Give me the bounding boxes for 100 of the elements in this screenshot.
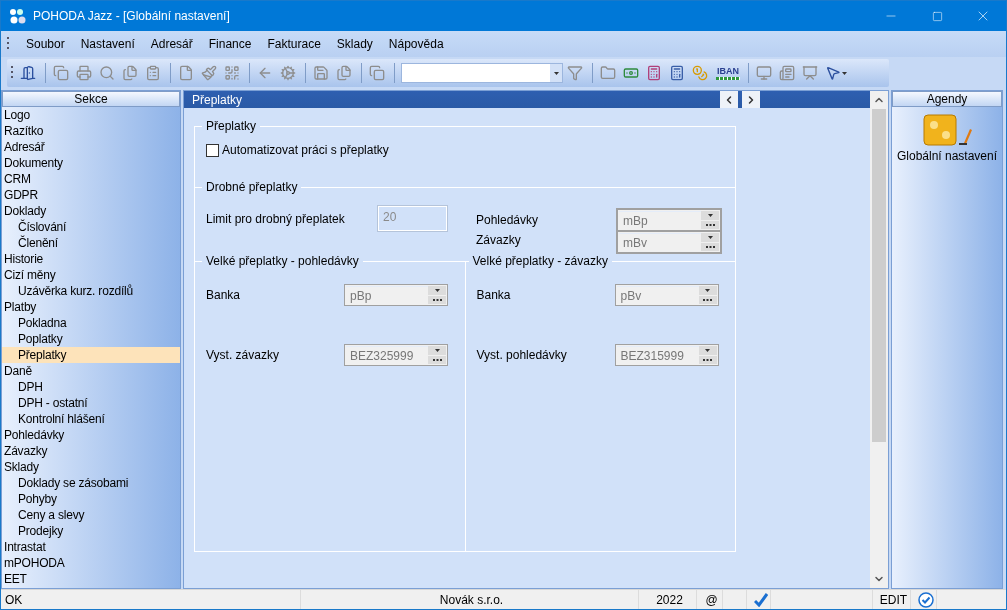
menu-item[interactable]: Sklady (328, 34, 381, 54)
copy-icon (369, 65, 385, 81)
mode-indicator: EDIT (879, 592, 908, 607)
sidebar-item[interactable]: Intrastat (2, 539, 180, 555)
field-label: Banka (206, 288, 242, 302)
caret-icon (707, 213, 713, 217)
screen-icon (802, 65, 818, 81)
menu-item[interactable]: Finance (200, 34, 260, 54)
sidebar-item[interactable]: Pokladna (2, 315, 180, 331)
maximize-icon (931, 10, 943, 22)
sidebar-item[interactable]: DPH (2, 379, 180, 395)
coins-icon (692, 65, 708, 81)
folder-icon (600, 65, 616, 81)
sidebar-item[interactable]: Poplatky (2, 331, 180, 347)
sidebar-item[interactable]: Pohledávky (2, 427, 180, 443)
search-icon (99, 65, 115, 81)
accounting-year: 2022 (656, 592, 683, 607)
window-title: POHODA Jazz - [Globální nastavení] (33, 9, 231, 23)
sidebar-item[interactable]: Závazky (2, 443, 180, 459)
sidebar-item[interactable]: EET (2, 571, 180, 587)
menu-item[interactable]: Adresář (142, 34, 201, 54)
sidebar-item[interactable]: Kontrolní hlášení (2, 411, 180, 427)
sidebar-item[interactable]: GDPR (2, 187, 180, 203)
automate-checkbox[interactable]: Automatizovat práci s přeplatky (206, 143, 735, 157)
caret-icon (707, 235, 713, 239)
copy-icon (53, 65, 69, 81)
sidebar-item[interactable]: mPOHODA (2, 555, 180, 571)
sidebar-item[interactable]: Logo (2, 107, 180, 123)
sidebar-item[interactable]: Daně (2, 363, 180, 379)
field-label: Vyst. pohledávky (476, 348, 568, 362)
sidebar-item[interactable]: Doklady se zásobami (2, 475, 180, 491)
banknote-icon (623, 65, 639, 81)
sidebar-item[interactable]: Pohyby (2, 491, 180, 507)
caret-icon (705, 288, 710, 292)
sidebar-item[interactable]: Cizí měny (2, 267, 180, 283)
filter-icon (567, 65, 583, 81)
field-label: Vyst. závazky (206, 348, 280, 362)
checkbox[interactable] (206, 143, 219, 157)
sidebar-item[interactable]: CRM (2, 171, 180, 187)
ellipsis-icon (705, 223, 715, 226)
printer-icon (76, 65, 92, 81)
clipboard-icon (145, 65, 161, 81)
sidebar-item[interactable]: Razítko (2, 123, 180, 139)
status-message: OK (5, 592, 23, 607)
caret-icon (434, 348, 440, 352)
ellipsis-icon (432, 298, 442, 301)
grip-icon (11, 65, 14, 81)
vertical-scrollbar[interactable] (870, 91, 888, 588)
field-label: Pohledávky (476, 213, 540, 227)
next-button[interactable] (742, 91, 760, 108)
ellipsis-icon (705, 245, 715, 248)
sidebar-item[interactable]: Uzávěrka kurz. rozdílů (2, 283, 180, 299)
caret-icon (434, 288, 440, 292)
monitor-icon (756, 65, 772, 81)
previous-button[interactable] (720, 91, 738, 108)
arrow-left-icon (257, 65, 273, 81)
sidebar-item[interactable]: Historie (2, 251, 180, 267)
dropdown-button[interactable] (550, 64, 562, 82)
panel-title: Přeplatky (191, 92, 244, 107)
copy-icon (122, 65, 138, 81)
ellipsis-icon (432, 358, 442, 361)
menu-item[interactable]: Fakturace (259, 34, 329, 54)
agenda-item[interactable]: Globální nastavení (896, 149, 998, 163)
sidebar-item[interactable]: Platby (2, 299, 180, 315)
field-label: Banka (476, 288, 512, 302)
newspaper-icon (779, 65, 795, 81)
document-icon (178, 65, 194, 81)
pointer-icon (825, 65, 841, 81)
sidebar-item[interactable]: Ceny a slevy (2, 507, 180, 523)
toolbar-combo[interactable] (401, 63, 563, 83)
menu-item[interactable]: Nápověda (380, 34, 452, 54)
caret-icon (705, 348, 710, 352)
menu-item[interactable]: Nastavení (72, 34, 143, 54)
gear-icon (280, 65, 296, 81)
sidebar-item[interactable]: Přeplatky (2, 347, 180, 363)
qr-code-icon (224, 65, 240, 81)
sidebar-item[interactable]: Dokumenty (2, 155, 180, 171)
sidebar-item[interactable]: Číslování (2, 219, 180, 235)
brush-icon (201, 65, 217, 81)
grip-icon (7, 36, 10, 52)
sidebar-item[interactable]: DPH - ostatní (2, 395, 180, 411)
sidebar-item[interactable]: Prodejky (2, 523, 180, 539)
field-label: Limit pro drobný přeplatek (206, 212, 345, 226)
checkbox-label: Automatizovat práci s přeplatky (222, 143, 389, 157)
sidebar-item[interactable]: Adresář (2, 139, 180, 155)
door-icon (20, 65, 36, 81)
caret-icon (553, 71, 559, 75)
sidebar-item[interactable]: Doklady (2, 203, 180, 219)
iban-button[interactable]: IBAN (714, 62, 742, 84)
caret-icon (842, 71, 847, 75)
calculator-icon (646, 65, 662, 81)
calculator-icon (669, 65, 685, 81)
menu-item[interactable]: Soubor (18, 34, 73, 54)
sidebar-item[interactable]: Sklady (2, 459, 180, 475)
app-logo-icon (9, 8, 27, 24)
ellipsis-icon (703, 298, 712, 301)
panel-header: Sekce (2, 91, 180, 107)
sidebar-item[interactable]: Členění (2, 235, 180, 251)
scroll-thumb[interactable] (872, 109, 886, 442)
ellipsis-icon (703, 358, 712, 361)
